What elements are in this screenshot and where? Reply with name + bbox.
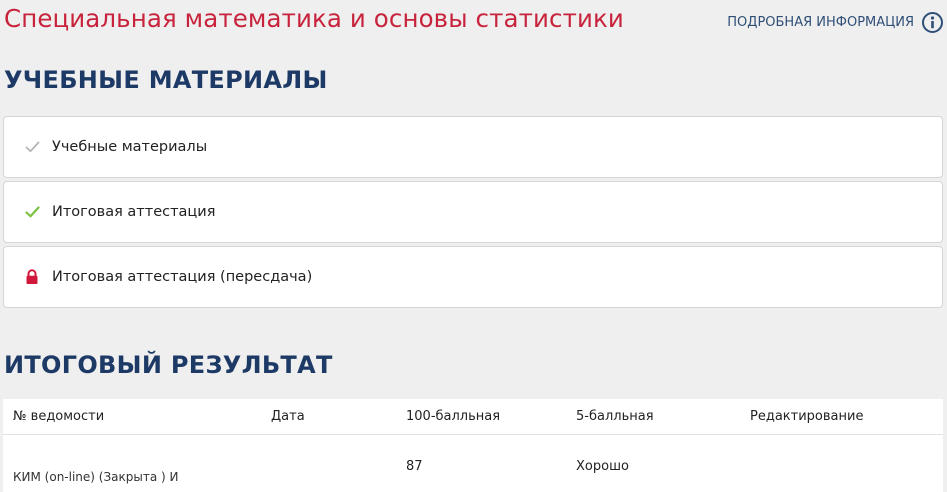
column-header-score-5: 5-балльная xyxy=(576,409,654,424)
material-item-label: Учебные материалы xyxy=(52,139,208,155)
materials-section-title: УЧЕБНЫЕ МАТЕРИАЛЫ xyxy=(4,66,328,94)
info-icon[interactable] xyxy=(922,12,943,33)
cell-score-5: Хорошо xyxy=(576,459,629,474)
details-link-label[interactable]: ПОДРОБНАЯ ИНФОРМАЦИЯ xyxy=(727,15,914,30)
column-header-score-100: 100-балльная xyxy=(406,409,501,424)
column-header-date: Дата xyxy=(271,409,305,424)
column-header-edit: Редактирование xyxy=(750,409,864,424)
material-item-label: Итоговая аттестация xyxy=(52,204,216,220)
final-result-section-title: ИТОГОВЫЙ РЕЗУЛЬТАТ xyxy=(4,351,333,379)
material-item-study-materials[interactable]: Учебные материалы xyxy=(3,116,943,178)
check-icon xyxy=(23,203,41,221)
lock-icon xyxy=(23,268,41,286)
course-title: Специальная математика и основы статисти… xyxy=(4,4,624,33)
cell-sheet-number: КИМ (on-line) (Закрыта ) И xyxy=(13,470,179,484)
material-item-final-exam-retake[interactable]: Итоговая аттестация (пересдача) xyxy=(3,246,943,308)
cell-score-100: 87 xyxy=(406,459,423,474)
check-icon xyxy=(23,138,41,156)
material-item-label: Итоговая аттестация (пересдача) xyxy=(52,269,313,285)
material-item-final-exam[interactable]: Итоговая аттестация xyxy=(3,181,943,243)
results-table: № ведомости Дата 100-балльная 5-балльная… xyxy=(3,399,943,492)
details-link[interactable]: ПОДРОБНАЯ ИНФОРМАЦИЯ xyxy=(727,12,943,33)
table-header: № ведомости Дата 100-балльная 5-балльная… xyxy=(3,399,943,435)
column-header-sheet-number: № ведомости xyxy=(13,409,105,424)
